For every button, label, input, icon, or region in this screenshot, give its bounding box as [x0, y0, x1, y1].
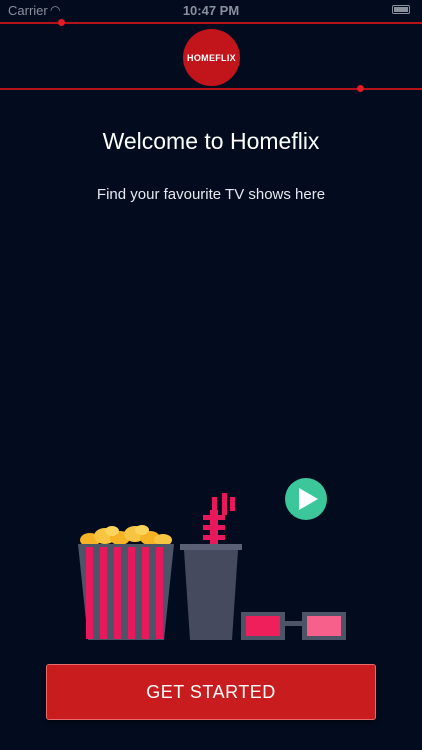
welcome-title: Welcome to Homeflix: [102, 128, 320, 154]
get-started-button[interactable]: GET STARTED: [46, 664, 376, 720]
line-dot: [357, 85, 364, 92]
drink-cup-icon: [180, 493, 242, 640]
play-icon: [285, 478, 327, 520]
welcome-subtitle: Find your favourite TV shows here: [96, 186, 326, 203]
3d-glasses-icon: [241, 612, 346, 640]
status-time: 10:47 PM: [182, 3, 240, 18]
line-dot: [58, 19, 65, 26]
homeflix-logo: HOMEFLIX: [183, 29, 240, 86]
logo-text: HOMEFLIX: [187, 52, 236, 63]
popcorn-bucket-icon: [78, 525, 174, 640]
movie-snacks-illustration: [78, 478, 346, 640]
battery-icon: [392, 5, 410, 14]
